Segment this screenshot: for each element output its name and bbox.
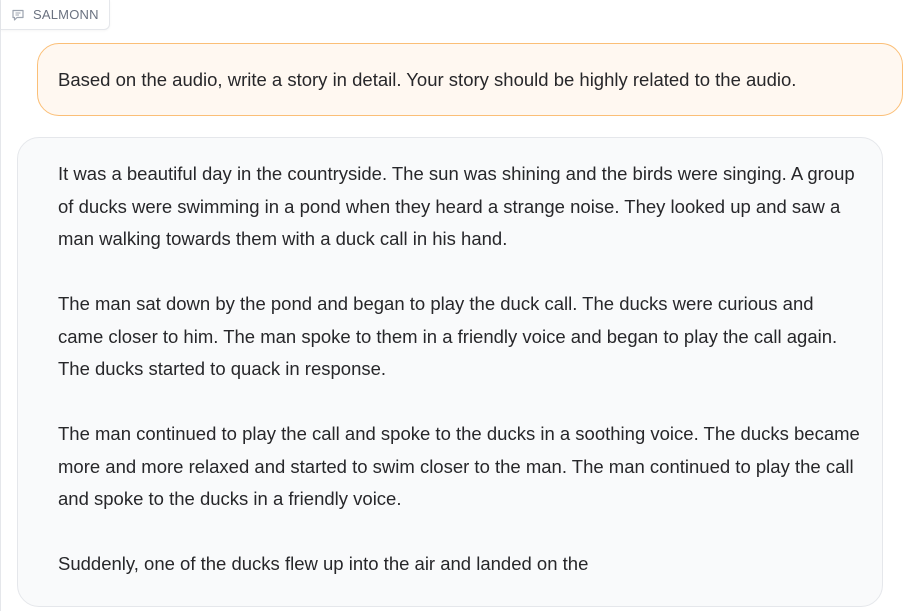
user-message-text: Based on the audio, write a story in det… — [58, 68, 797, 90]
bot-paragraph: The man continued to play the call and s… — [58, 423, 860, 509]
user-message: Based on the audio, write a story in det… — [37, 43, 903, 116]
bot-message: It was a beautiful day in the countrysid… — [17, 137, 883, 607]
bot-paragraph: The man sat down by the pond and began t… — [58, 293, 838, 379]
chatbot-label: SALMONN — [1, 0, 110, 30]
bot-paragraph: It was a beautiful day in the countrysid… — [58, 163, 855, 249]
chatbot-panel: SALMONN Based on the audio, write a stor… — [0, 0, 910, 611]
chat-bubble-icon — [11, 8, 25, 22]
bot-paragraph: Suddenly, one of the ducks flew up into … — [58, 553, 589, 574]
chatbot-label-text: SALMONN — [33, 7, 99, 22]
